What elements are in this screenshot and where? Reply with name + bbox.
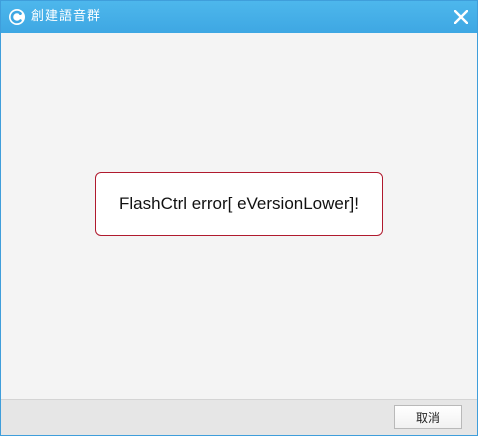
dialog-content: FlashCtrl error[ eVersionLower]!	[1, 33, 477, 399]
error-message: FlashCtrl error[ eVersionLower]!	[119, 194, 359, 213]
window-title: 創建語音群	[31, 9, 102, 24]
dialog-window: 創建語音群 FlashCtrl error[ eVersionLower]! 取…	[0, 0, 478, 436]
title-bar[interactable]: 創建語音群	[1, 1, 477, 33]
close-button[interactable]	[449, 5, 473, 29]
dialog-footer: 取消	[1, 399, 477, 435]
cancel-button[interactable]: 取消	[394, 405, 462, 429]
close-icon	[454, 10, 468, 24]
error-message-box: FlashCtrl error[ eVersionLower]!	[95, 172, 383, 236]
app-logo-icon	[7, 7, 27, 27]
